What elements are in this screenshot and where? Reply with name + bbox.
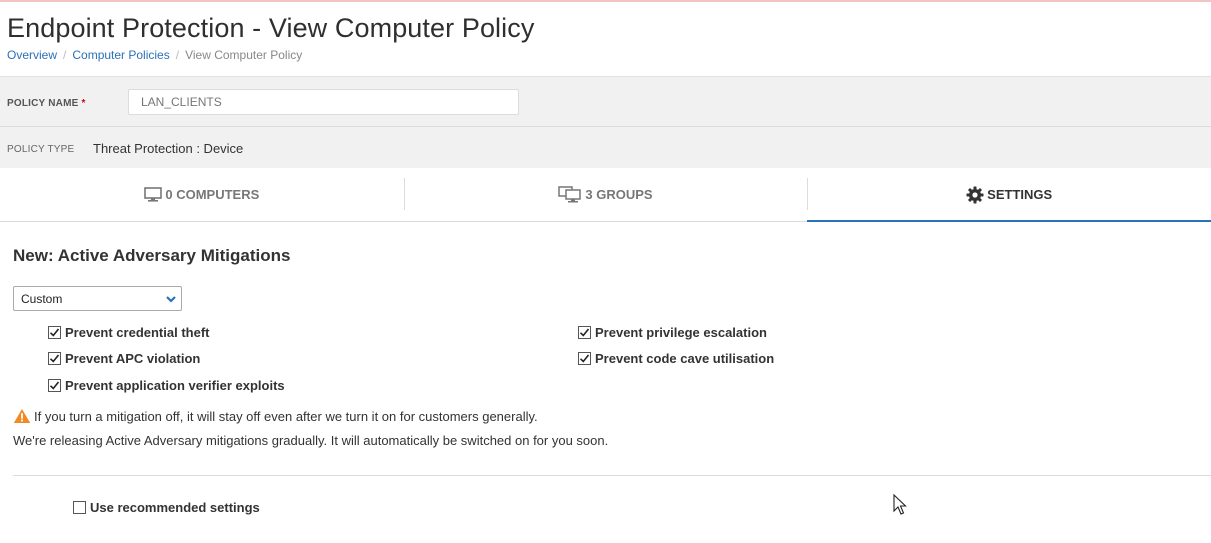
tab-computers[interactable]: 0 COMPUTERS <box>0 168 404 221</box>
warning-message: If you turn a mitigation off, it will st… <box>13 408 538 424</box>
breadcrumb: Overview / Computer Policies / View Comp… <box>7 48 302 62</box>
warning-text: If you turn a mitigation off, it will st… <box>34 408 538 424</box>
checkbox-label: Use recommended settings <box>90 500 260 515</box>
breadcrumb-overview[interactable]: Overview <box>7 48 57 62</box>
section-title: New: Active Adversary Mitigations <box>13 246 291 265</box>
checkbox-label: Prevent credential theft <box>65 325 210 340</box>
tab-groups[interactable]: 3 GROUPS <box>403 168 808 221</box>
warning-icon <box>13 409 31 423</box>
chevron-down-icon <box>165 293 177 308</box>
checkbox-prevent-privilege-escalation[interactable]: Prevent privilege escalation <box>578 325 767 340</box>
checkmark-icon <box>49 328 60 337</box>
monitor-icon <box>144 186 163 203</box>
checkbox-box[interactable] <box>73 501 86 514</box>
tab-bar: 0 COMPUTERS 3 GROUPS SETTINGS <box>0 168 1211 222</box>
breadcrumb-separator: / <box>63 48 67 62</box>
checkmark-icon <box>49 381 60 390</box>
checkbox-box[interactable] <box>578 326 591 339</box>
section-divider <box>13 475 1211 476</box>
checkmark-icon <box>579 328 590 337</box>
checkbox-prevent-credential-theft[interactable]: Prevent credential theft <box>48 325 210 340</box>
top-strip <box>0 0 1211 2</box>
policy-type-row: POLICY TYPE Threat Protection : Device <box>0 127 1211 168</box>
policy-name-label: POLICY NAME * <box>7 98 86 109</box>
checkmark-icon <box>49 354 60 363</box>
page-title: Endpoint Protection - View Computer Poli… <box>7 13 535 43</box>
checkbox-box[interactable] <box>48 326 61 339</box>
tab-settings[interactable]: SETTINGS <box>807 168 1211 222</box>
checkbox-prevent-code-cave-utilisation[interactable]: Prevent code cave utilisation <box>578 351 774 366</box>
gear-icon <box>966 186 984 204</box>
checkbox-prevent-application-verifier-exploits[interactable]: Prevent application verifier exploits <box>48 378 285 393</box>
checkbox-box[interactable] <box>578 352 591 365</box>
checkbox-label: Prevent privilege escalation <box>595 325 767 340</box>
checkbox-label: Prevent APC violation <box>65 351 201 366</box>
policy-name-input[interactable] <box>128 89 519 115</box>
checkmark-icon <box>579 354 590 363</box>
policy-type-value: Threat Protection : Device <box>93 141 244 156</box>
breadcrumb-computer-policies[interactable]: Computer Policies <box>72 48 169 62</box>
checkbox-use-recommended-settings[interactable]: Use recommended settings <box>73 500 260 515</box>
tab-settings-label: SETTINGS <box>987 187 1053 202</box>
tab-computers-label: 0 COMPUTERS <box>165 187 260 202</box>
tab-groups-label: 3 GROUPS <box>585 187 653 202</box>
mitigation-mode-select[interactable]: Custom <box>13 286 182 311</box>
breadcrumb-current: View Computer Policy <box>185 48 303 62</box>
checkbox-label: Prevent application verifier exploits <box>65 378 285 393</box>
rollout-note: We're releasing Active Adversary mitigat… <box>13 433 609 448</box>
monitors-icon <box>558 186 582 203</box>
mouse-pointer <box>893 493 907 521</box>
checkbox-label: Prevent code cave utilisation <box>595 351 775 366</box>
policy-type-label: POLICY TYPE <box>7 144 75 155</box>
checkbox-prevent-apc-violation[interactable]: Prevent APC violation <box>48 351 200 366</box>
required-marker: * <box>81 98 86 109</box>
policy-name-row: POLICY NAME * <box>0 76 1211 127</box>
checkbox-box[interactable] <box>48 379 61 392</box>
select-value: Custom <box>21 291 63 306</box>
breadcrumb-separator: / <box>175 48 180 62</box>
checkbox-box[interactable] <box>48 352 61 365</box>
